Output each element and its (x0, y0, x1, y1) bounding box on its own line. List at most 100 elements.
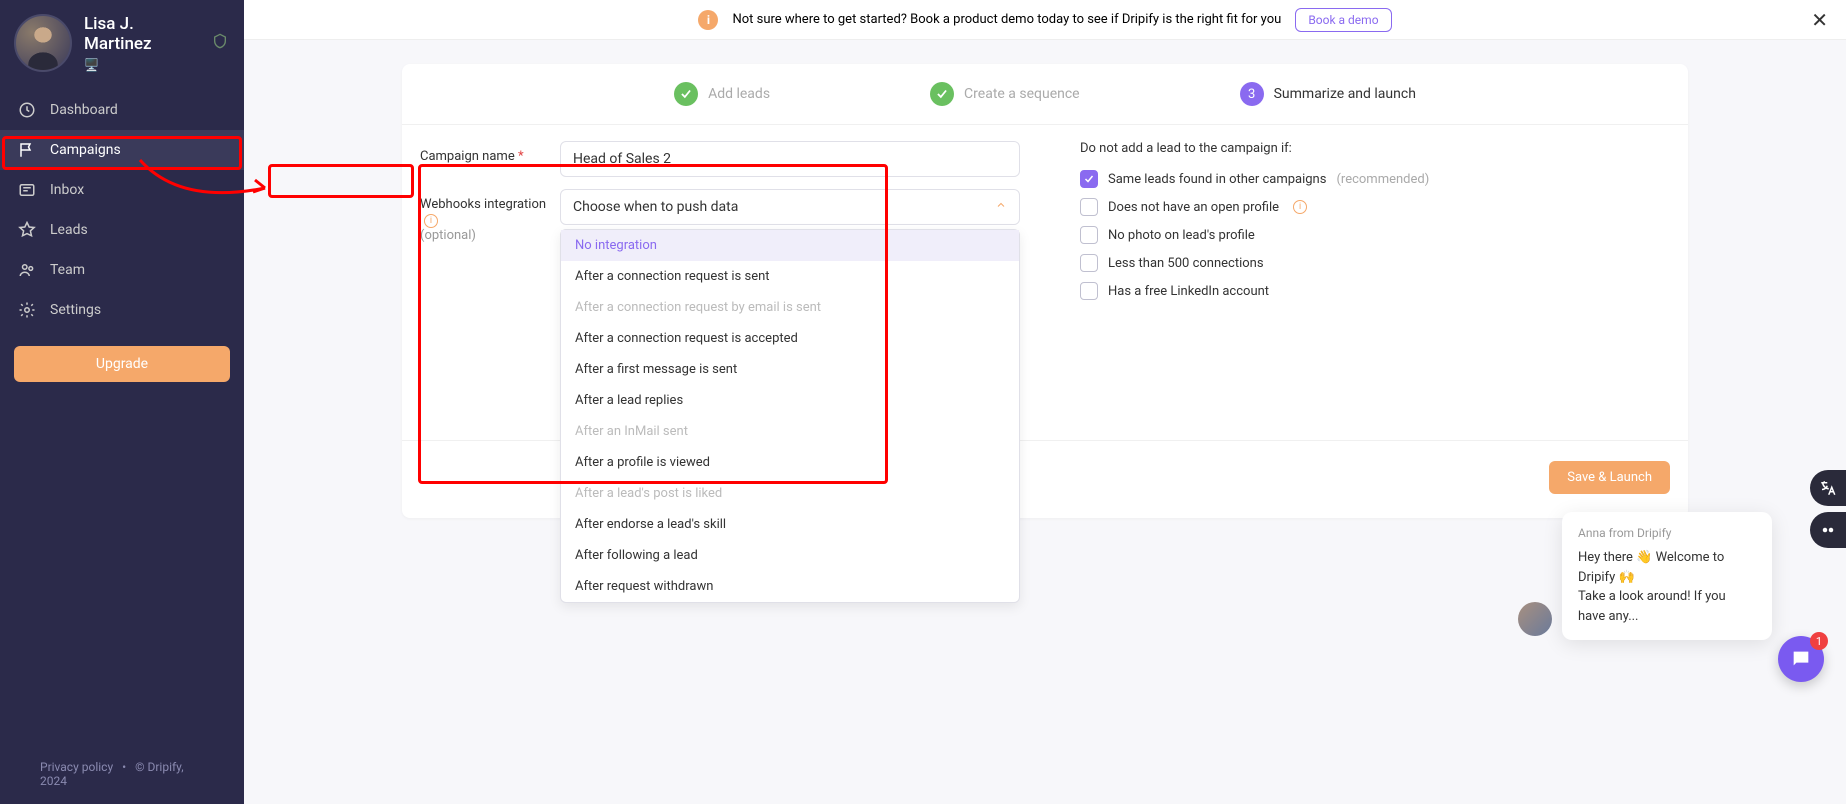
exclusion-label: Does not have an open profile (1108, 200, 1279, 215)
exclusion-row[interactable]: Less than 500 connections (1080, 254, 1670, 272)
exclusions-title: Do not add a lead to the campaign if: (1080, 141, 1670, 156)
webhook-option[interactable]: No integration (561, 230, 1019, 261)
label-text: Campaign name (420, 149, 515, 164)
campaign-name-label: Campaign name * (420, 141, 560, 164)
sidebar-item-inbox[interactable]: Inbox (0, 170, 244, 210)
exclusion-row[interactable]: Does not have an open profile i (1080, 198, 1670, 216)
exclusion-label: Same leads found in other campaigns (1108, 172, 1326, 187)
step-create-sequence[interactable]: Create a sequence (930, 82, 1080, 106)
exclusion-label: No photo on lead's profile (1108, 228, 1255, 243)
main: i Not sure where to get started? Book a … (244, 0, 1846, 804)
check-icon (674, 82, 698, 106)
stepper: Add leads Create a sequence 3 Summarize … (402, 64, 1688, 125)
checkbox[interactable] (1080, 254, 1098, 272)
exclusion-row[interactable]: No photo on lead's profile (1080, 226, 1670, 244)
exclusion-label: Less than 500 connections (1108, 256, 1264, 271)
form-body: Campaign name * Webhooks integration i (… (402, 125, 1688, 310)
check-icon (930, 82, 954, 106)
exclusion-row[interactable]: Has a free LinkedIn account (1080, 282, 1670, 300)
webhook-option: After an InMail sent (561, 416, 1019, 447)
nav-label: Inbox (50, 182, 84, 198)
webhook-option[interactable]: After a lead replies (561, 385, 1019, 416)
chat-from: Anna from Dripify (1578, 526, 1756, 540)
webhook-option[interactable]: After a first message is sent (561, 354, 1019, 385)
step-label: Add leads (708, 86, 770, 102)
exclusion-label: Has a free LinkedIn account (1108, 284, 1269, 299)
nav-label: Team (50, 262, 85, 278)
step-label: Summarize and launch (1274, 86, 1416, 102)
profile-info: Lisa J. Martinez 🖥️ (84, 14, 200, 72)
checkbox[interactable] (1080, 170, 1098, 188)
campaign-name-input[interactable] (560, 141, 1020, 177)
sidebar-item-team[interactable]: Team (0, 250, 244, 290)
demo-banner: i Not sure where to get started? Book a … (244, 0, 1846, 40)
step-add-leads[interactable]: Add leads (674, 82, 770, 106)
step-number: 3 (1240, 82, 1264, 106)
chat-line: Hey there 👋 Welcome to Dripify 🙌 (1578, 550, 1724, 585)
upgrade-button[interactable]: Upgrade (14, 346, 230, 382)
webhook-option[interactable]: After request withdrawn (561, 571, 1019, 602)
sidebar-item-dashboard[interactable]: Dashboard (0, 90, 244, 130)
webhook-option[interactable]: After a connection request is sent (561, 261, 1019, 292)
footer: Privacy policy • © Dripify, 2024 (0, 744, 244, 804)
profile-name: Lisa J. Martinez (84, 14, 200, 54)
form-right: Do not add a lead to the campaign if: Sa… (1080, 141, 1670, 310)
gear-icon (18, 301, 36, 319)
webhook-select-head[interactable]: Choose when to push data (560, 189, 1020, 225)
webhook-select: Choose when to push data No integrationA… (560, 189, 1020, 225)
privacy-link[interactable]: Privacy policy (40, 760, 113, 774)
footer-sep: • (116, 760, 132, 774)
close-icon[interactable]: ✕ (1811, 8, 1828, 32)
campaign-card: Add leads Create a sequence 3 Summarize … (402, 64, 1688, 518)
exclusion-row[interactable]: Same leads found in other campaigns (rec… (1080, 170, 1670, 188)
checkbox[interactable] (1080, 198, 1098, 216)
inbox-icon (18, 181, 36, 199)
exclusions-list: Same leads found in other campaigns (rec… (1080, 170, 1670, 300)
team-icon (18, 261, 36, 279)
avatar (14, 14, 72, 72)
campaign-name-row: Campaign name * (420, 141, 1020, 177)
webhook-dropdown: No integrationAfter a connection request… (560, 229, 1020, 603)
flag-icon (18, 141, 36, 159)
nav-label: Dashboard (50, 102, 118, 118)
sidebar-item-campaigns[interactable]: Campaigns (0, 130, 244, 170)
webhook-row: Webhooks integration i (optional) Choose… (420, 189, 1020, 243)
sidebar-item-settings[interactable]: Settings (0, 290, 244, 330)
star-icon (18, 221, 36, 239)
step-label: Create a sequence (964, 86, 1080, 102)
shield-icon (212, 33, 228, 53)
webhook-option[interactable]: After a profile is viewed (561, 447, 1019, 478)
save-launch-button[interactable]: Save & Launch (1549, 461, 1670, 494)
sidebar-item-leads[interactable]: Leads (0, 210, 244, 250)
side-widgets (1810, 470, 1846, 548)
info-icon[interactable]: i (1293, 200, 1307, 214)
profile-block[interactable]: Lisa J. Martinez 🖥️ (0, 0, 244, 86)
webhook-option[interactable]: After following a lead (561, 540, 1019, 571)
nav: Dashboard Campaigns Inbox Leads Team Set… (0, 86, 244, 334)
checkbox[interactable] (1080, 226, 1098, 244)
chat-popup[interactable]: Anna from Dripify Hey there 👋 Welcome to… (1562, 512, 1772, 640)
chat-line: Take a look around! If you have any... (1578, 589, 1726, 624)
profile-badge: 🖥️ (84, 58, 200, 72)
webhook-option[interactable]: After endorse a lead's skill (561, 509, 1019, 540)
webhook-option: After a lead's post is liked (561, 478, 1019, 509)
nav-label: Leads (50, 222, 88, 238)
translate-widget[interactable] (1810, 470, 1846, 506)
chat-launcher[interactable]: 1 (1778, 636, 1824, 682)
checkbox[interactable] (1080, 282, 1098, 300)
chat-message: Hey there 👋 Welcome to Dripify 🙌 Take a … (1578, 548, 1756, 626)
info-icon: i (698, 10, 718, 30)
sidebar: Lisa J. Martinez 🖥️ Dashboard Campaigns … (0, 0, 244, 804)
book-demo-button[interactable]: Book a demo (1295, 8, 1391, 32)
optional-text: (optional) (420, 228, 560, 243)
dashboard-icon (18, 101, 36, 119)
info-icon[interactable]: i (424, 214, 438, 228)
step-summarize[interactable]: 3 Summarize and launch (1240, 82, 1416, 106)
banner-text: Not sure where to get started? Book a pr… (732, 12, 1281, 27)
help-widget[interactable] (1810, 512, 1846, 548)
form-left: Campaign name * Webhooks integration i (… (420, 141, 1020, 310)
nav-label: Campaigns (50, 142, 121, 158)
chevron-up-icon (995, 199, 1007, 215)
webhook-option[interactable]: After a connection request is accepted (561, 323, 1019, 354)
label-text: Webhooks integration (420, 197, 546, 212)
